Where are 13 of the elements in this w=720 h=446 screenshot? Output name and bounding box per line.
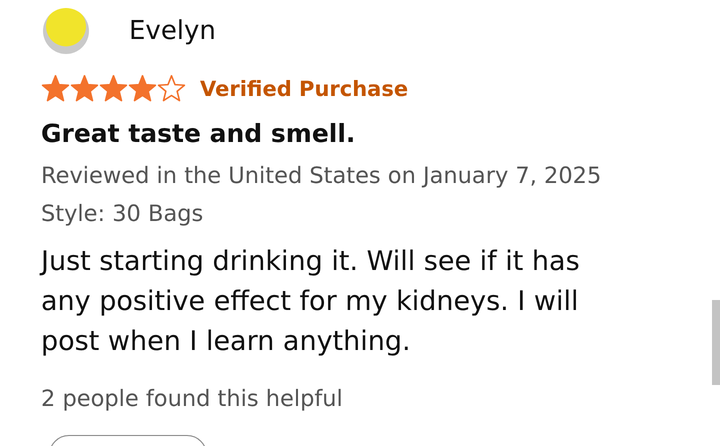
reviewer-name: Evelyn <box>129 16 216 46</box>
filled-star-icon <box>128 74 157 103</box>
avatar-photo-placeholder <box>43 8 89 54</box>
filled-star-icon <box>99 74 128 103</box>
product-style: Style: 30 Bags <box>41 201 204 227</box>
review-title: Great taste and smell. <box>41 119 356 148</box>
filled-star-icon <box>41 74 70 103</box>
verified-purchase-label: Verified Purchase <box>200 76 408 100</box>
filled-star-icon <box>70 74 99 103</box>
review-text: Just starting drinking it. Will see if it has any positive effect for my kidneys. I will post when I learn anything. <box>41 245 581 359</box>
scrollbar[interactable] <box>712 300 720 385</box>
review-date: Reviewed in the United States on January 7, 2025 <box>41 163 602 189</box>
helpful-count: 2 people found this helpful <box>41 386 344 412</box>
